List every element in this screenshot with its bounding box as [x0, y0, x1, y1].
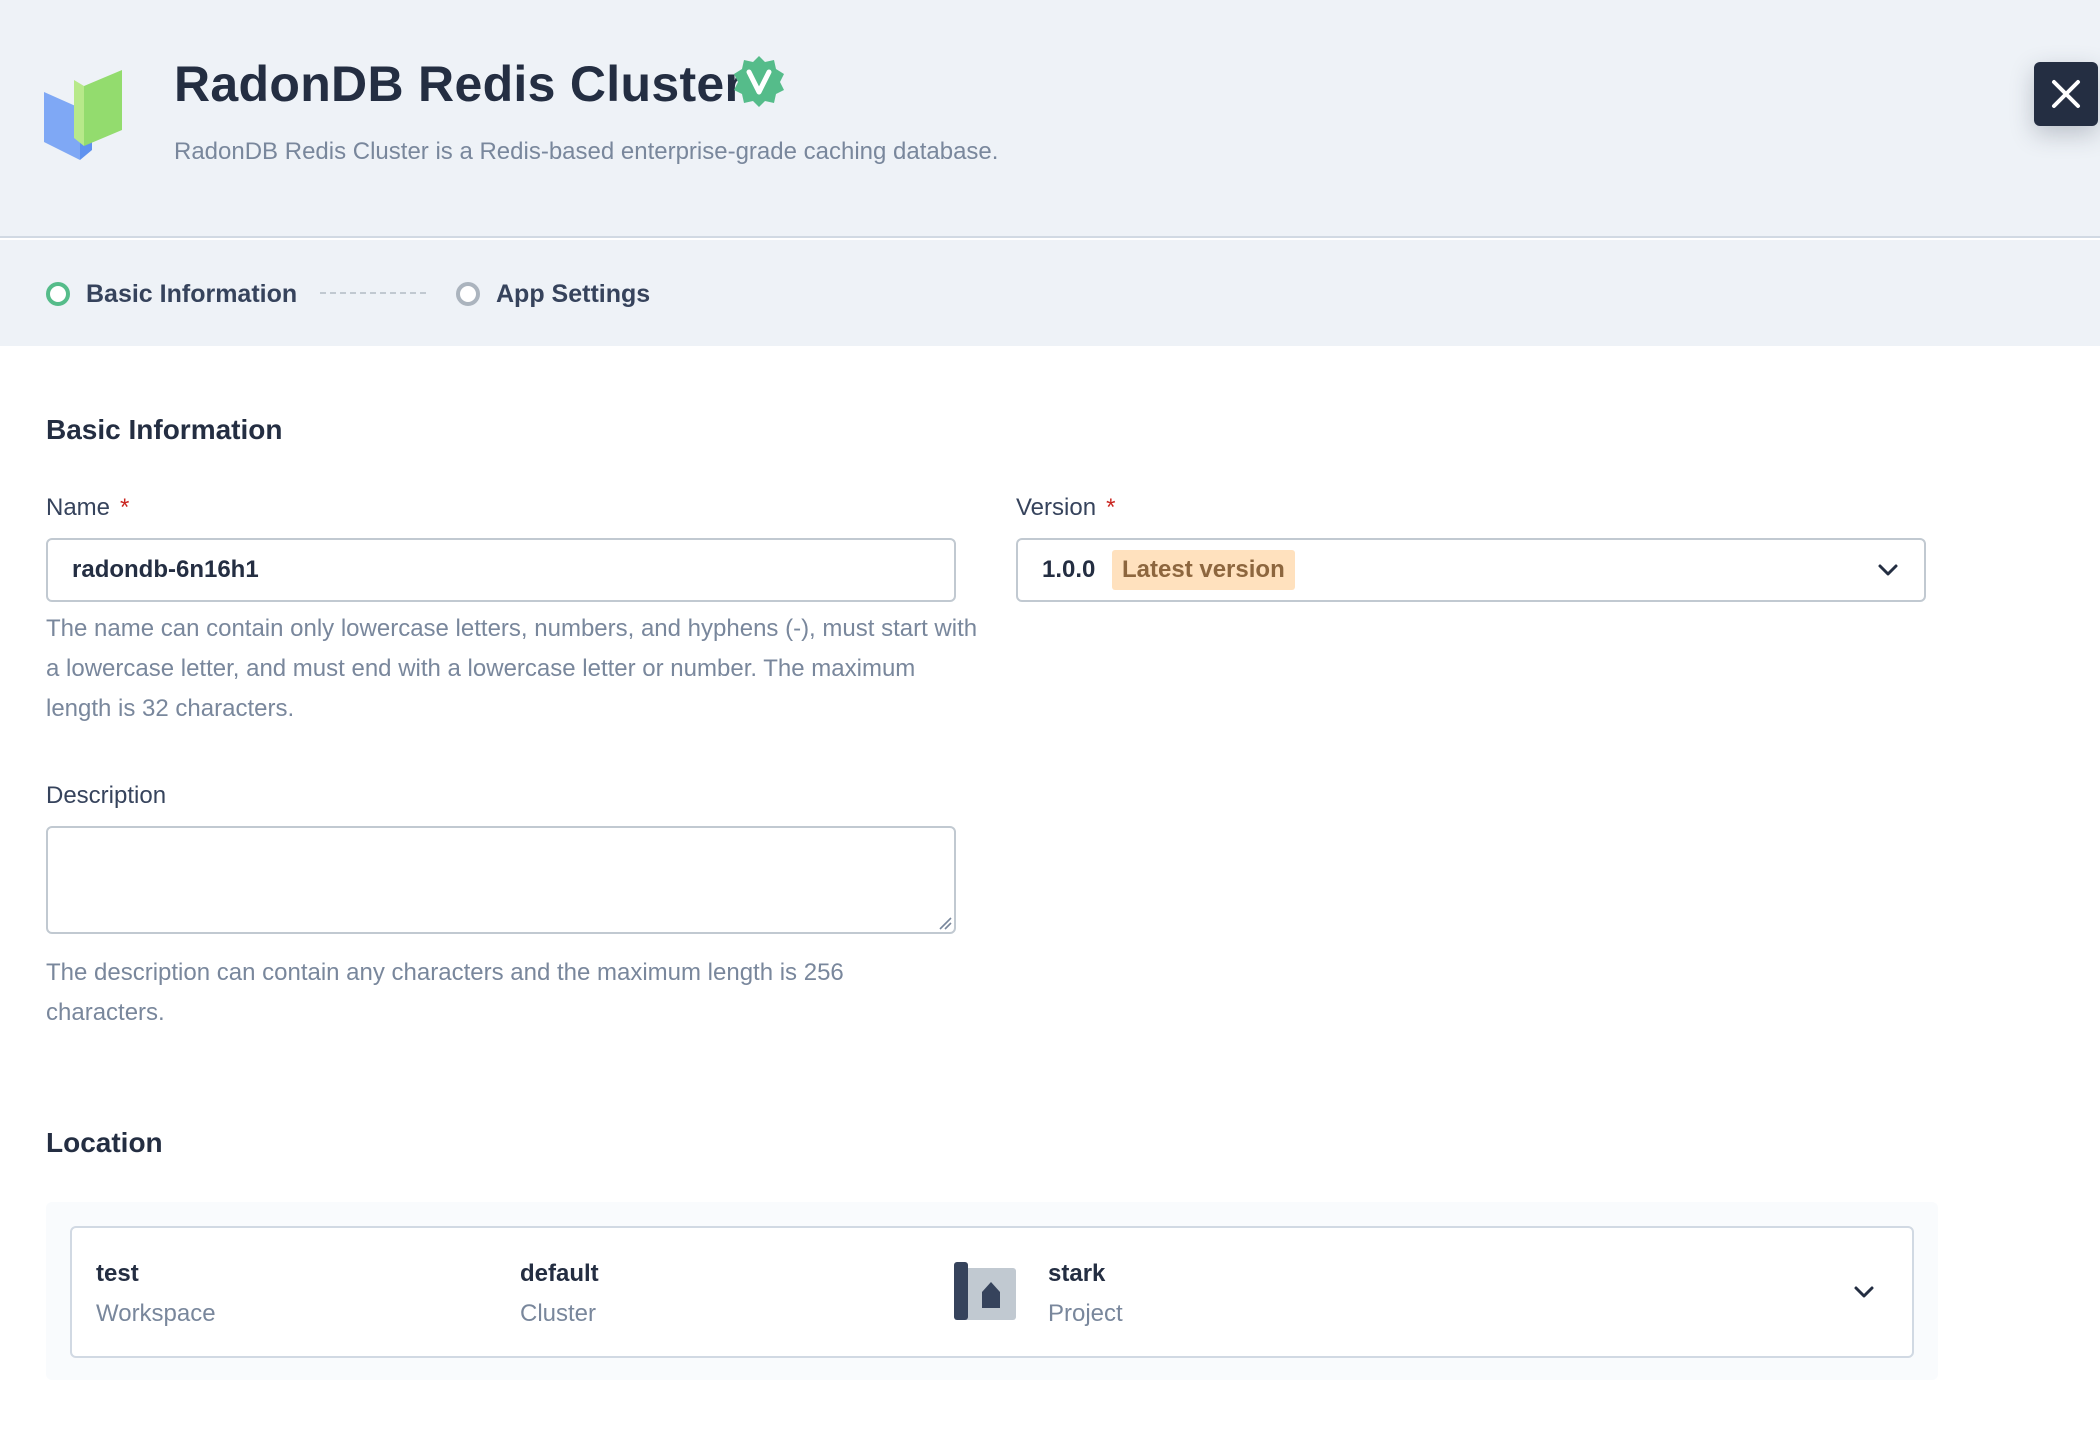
app-header [0, 0, 2100, 238]
verified-badge-icon [734, 56, 784, 107]
step-connector [320, 292, 426, 294]
workspace-type: Workspace [96, 1300, 216, 1327]
step-app-settings[interactable]: App Settings [456, 278, 650, 310]
description-label: Description [46, 782, 167, 809]
name-input[interactable]: radondb-6n16h1 [46, 538, 956, 602]
step-pending-icon [456, 282, 480, 306]
workspace-value: test [96, 1260, 139, 1287]
version-select[interactable]: 1.0.0 Latest version [1016, 538, 1926, 602]
close-button[interactable] [2034, 62, 2098, 126]
step-active-icon [46, 282, 70, 306]
project-type: Project [1048, 1300, 1123, 1327]
version-label-text: Version [1016, 494, 1097, 521]
radondb-logo-icon [44, 70, 122, 160]
location-workspace: test Workspace [96, 1258, 216, 1330]
resize-grip-icon[interactable] [938, 916, 952, 930]
location-selector[interactable]: test Workspace default Cluster stark Pro… [70, 1226, 1914, 1358]
name-label-text: Name [46, 494, 111, 521]
location-cluster: default Cluster [520, 1258, 599, 1330]
description-textarea[interactable] [46, 826, 956, 934]
section-title-location: Location [46, 1127, 163, 1158]
chevron-down-icon [1854, 1286, 1874, 1298]
version-label: Version * [1016, 492, 1115, 524]
latest-version-badge: Latest version [1112, 550, 1295, 590]
required-mark: * [120, 494, 130, 521]
description-hint: The description can contain any characte… [46, 959, 844, 1026]
step-basic-information[interactable]: Basic Information [46, 278, 297, 310]
step-label: Basic Information [86, 280, 298, 308]
app-description: RadonDB Redis Cluster is a Redis-based e… [174, 138, 999, 165]
cluster-value: default [520, 1260, 599, 1287]
chevron-down-icon [1878, 564, 1898, 576]
name-hint: The name can contain only lowercase lett… [46, 615, 978, 722]
step-label: App Settings [496, 280, 651, 308]
cluster-type: Cluster [520, 1300, 597, 1327]
location-project: stark Project [1048, 1258, 1123, 1330]
version-value: 1.0.0 [1042, 556, 1096, 583]
steps-bar [0, 240, 2100, 346]
name-label: Name * [46, 492, 129, 524]
app-title: RadonDB Redis Cluster [174, 56, 745, 112]
section-title-basic-information: Basic Information [46, 414, 283, 445]
close-icon [2052, 80, 2080, 108]
project-value: stark [1048, 1260, 1106, 1287]
required-mark: * [1106, 494, 1116, 521]
name-input-value: radondb-6n16h1 [72, 556, 259, 583]
project-icon [954, 1262, 1016, 1320]
